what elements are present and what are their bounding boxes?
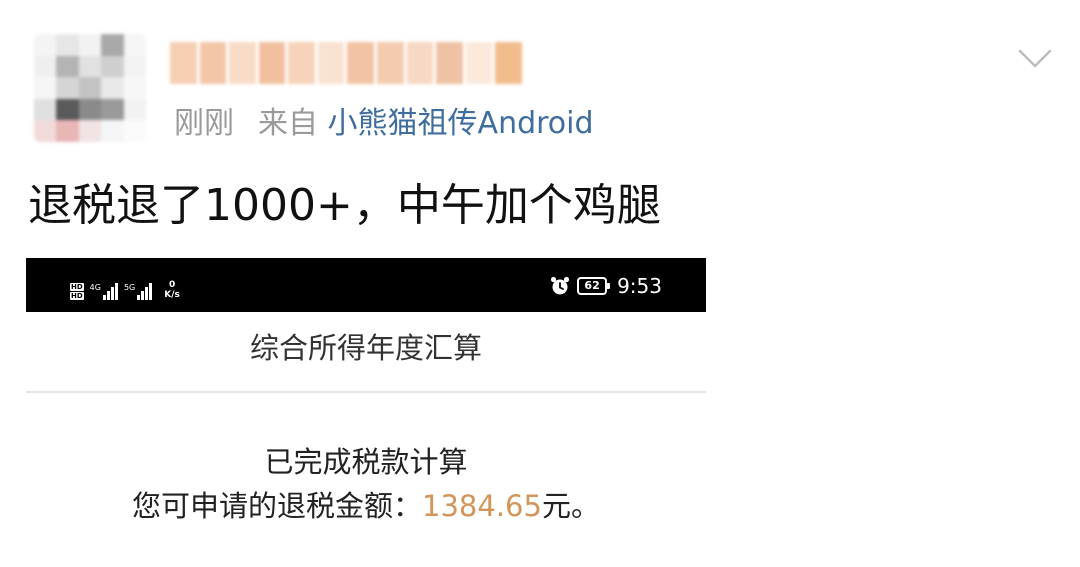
refund-label: 您可申请的退税金额：: [132, 489, 423, 523]
status-right: 62 9:53: [549, 271, 662, 301]
status-clock: 9:53: [617, 274, 662, 298]
status-left: HD HD 4G 5G 0 K/s: [70, 274, 180, 300]
post-meta: 刚刚 来自 小熊猫祖传Android: [174, 104, 594, 144]
refund-amount: 1384.65: [422, 489, 542, 523]
speed-unit: K/s: [164, 290, 180, 300]
network-speed: 0 K/s: [164, 280, 180, 300]
divider: [26, 391, 706, 393]
post-text: 退税退了1000+，中午加个鸡腿: [28, 180, 661, 231]
refund-unit: 元。: [541, 489, 600, 523]
sim1-badge: HD: [70, 283, 84, 291]
signal-icon: 5G: [123, 283, 153, 300]
net2-label: 5G: [123, 283, 136, 292]
speed-value: 0: [168, 280, 176, 290]
attached-screenshot[interactable]: HD HD 4G 5G 0 K/s 62 9:53 综合所得年度汇算 已完成税款…: [26, 258, 706, 567]
source-link[interactable]: 小熊猫祖传Android: [328, 106, 594, 141]
refund-amount-line: 您可申请的退税金额：1384.65元。: [26, 486, 706, 526]
net1-label: 4G: [89, 283, 101, 292]
via-label: 来自: [258, 106, 318, 141]
alarm-icon: [550, 276, 570, 295]
post-time: 刚刚: [174, 106, 234, 141]
page-title: 综合所得年度汇算: [249, 331, 482, 365]
avatar[interactable]: [34, 34, 146, 142]
username-blurred[interactable]: [170, 42, 522, 84]
chevron-down-icon[interactable]: [1018, 46, 1052, 72]
sim-badges: HD HD: [70, 283, 84, 300]
battery-level: 62: [584, 279, 600, 292]
calculation-status: 已完成税款计算: [264, 445, 468, 479]
battery-icon: 62: [577, 277, 611, 295]
phone-status-bar: HD HD 4G 5G 0 K/s 62 9:53: [26, 258, 706, 312]
signal-icon: 4G: [90, 283, 118, 300]
sim2-badge: HD: [70, 292, 84, 300]
